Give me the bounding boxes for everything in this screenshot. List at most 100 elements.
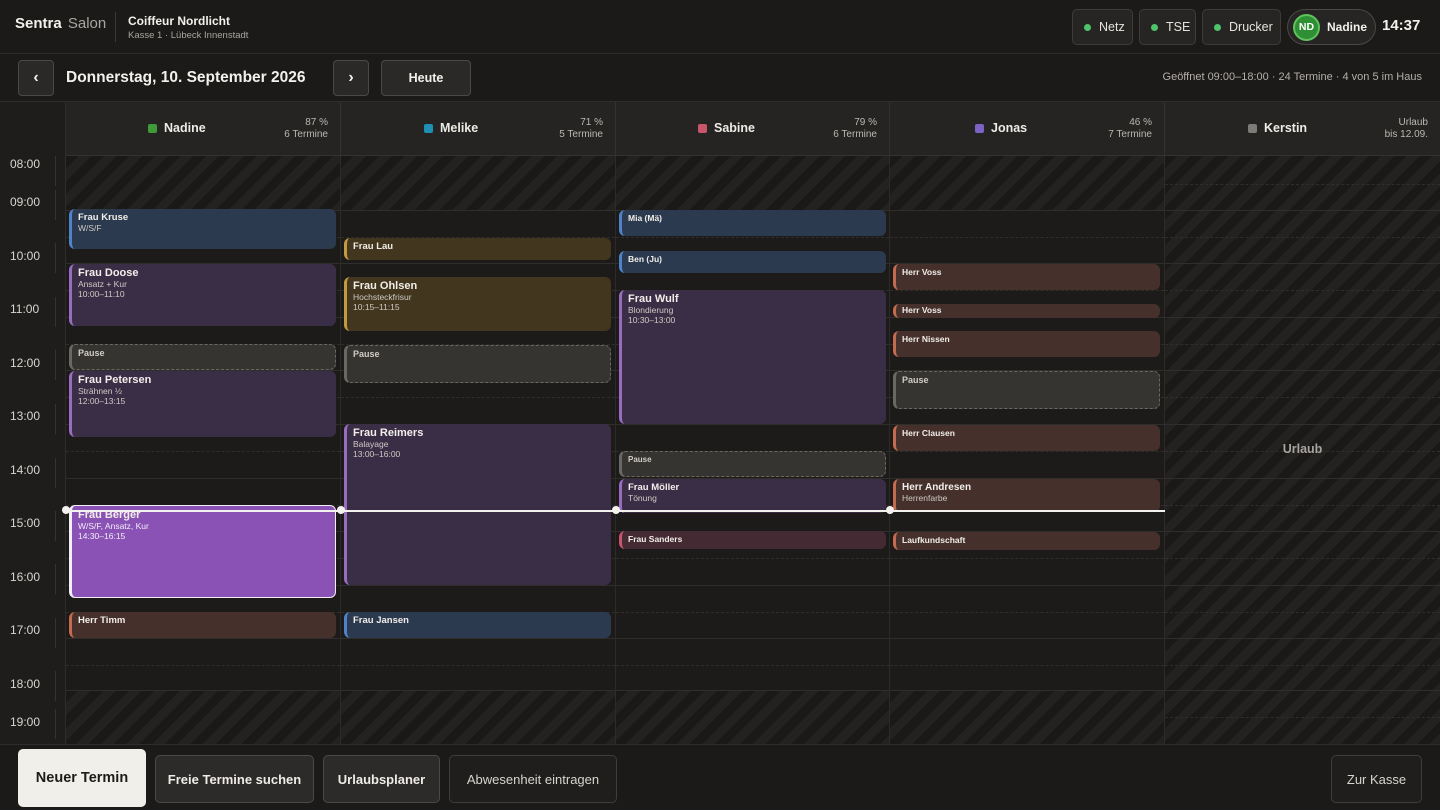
break-block[interactable]: Pause bbox=[893, 371, 1160, 409]
staff-column-nadine[interactable]: Frau Kruse W/S/F Frau Doose Ansatz + Kur 10… bbox=[66, 156, 341, 744]
status-tse-button[interactable]: TSE bbox=[1139, 9, 1196, 45]
closed-hours-area bbox=[66, 156, 340, 210]
store-name: Coiffeur Nordlicht bbox=[128, 14, 230, 28]
time-tick bbox=[55, 297, 56, 327]
appointment-card[interactable]: Frau Möller Tönung bbox=[619, 479, 886, 513]
closed-hours-area bbox=[341, 690, 615, 744]
break-block[interactable]: Pause bbox=[619, 451, 886, 477]
time-tick bbox=[55, 709, 56, 739]
staff-utilization: 46 % 7 Termine bbox=[1108, 117, 1152, 140]
find-free-slots-button[interactable]: Freie Termine suchen bbox=[155, 755, 314, 803]
appointment-card[interactable]: Laufkundschaft bbox=[893, 532, 1160, 550]
appointment-card[interactable]: Frau Lau bbox=[344, 238, 611, 260]
time-label: 10:00 bbox=[10, 249, 41, 263]
vacation-planner-button[interactable]: Urlaubsplaner bbox=[323, 755, 440, 803]
appointment-card[interactable]: Frau Reimers Balayage 13:00–16:00 bbox=[344, 424, 611, 585]
appointment-card[interactable]: Herr Clausen bbox=[893, 425, 1160, 451]
closed-hours-area bbox=[890, 690, 1164, 744]
break-block[interactable]: Pause bbox=[69, 344, 336, 370]
time-tick bbox=[55, 350, 56, 380]
staff-column-melike[interactable]: Frau Lau Frau Ohlsen Hochsteckfrisur 10:15… bbox=[341, 156, 616, 744]
appointment-card[interactable]: Herr Nissen bbox=[893, 331, 1160, 357]
next-day-button[interactable]: › bbox=[333, 60, 369, 96]
appointment-card[interactable]: Herr Voss bbox=[893, 264, 1160, 290]
status-network-button[interactable]: Netz bbox=[1072, 9, 1133, 45]
appointment-card[interactable]: Frau Kruse W/S/F bbox=[69, 209, 336, 249]
appointment-card[interactable]: Herr Timm bbox=[69, 612, 336, 638]
appointment-card[interactable]: Frau Wulf Blondierung 10:30–13:00 bbox=[619, 290, 886, 424]
appointment-card[interactable]: Frau Ohlsen Hochsteckfrisur 10:15–11:15 bbox=[344, 277, 611, 331]
staff-header-sabine[interactable]: Sabine 79 % 6 Termine bbox=[616, 102, 890, 156]
appointment-card[interactable]: Frau Jansen bbox=[344, 612, 611, 638]
staff-header-jonas[interactable]: Jonas 46 % 7 Termine bbox=[890, 102, 1165, 156]
current-time-marker bbox=[62, 506, 70, 514]
hour-line bbox=[1165, 370, 1440, 371]
staff-name: Sabine bbox=[714, 121, 755, 135]
staff-column-jonas[interactable]: Herr Voss Herr Voss Herr Nissen Pause He… bbox=[890, 156, 1165, 744]
staff-column-sabine[interactable]: Mia (Mä) Ben (Ju) Frau Wulf Blondierung 10… bbox=[616, 156, 890, 744]
appointment-card[interactable]: Herr Voss bbox=[893, 304, 1160, 318]
staff-header-nadine[interactable]: Nadine 87 % 6 Termine bbox=[66, 102, 341, 156]
top-bar: Sentra Salon Coiffeur Nordlicht Kasse 1 … bbox=[0, 0, 1440, 54]
previous-day-button[interactable]: ‹ bbox=[18, 60, 54, 96]
staff-utilization: 71 % 5 Termine bbox=[559, 117, 603, 140]
hour-line bbox=[1165, 424, 1440, 425]
staff-color-swatch bbox=[148, 124, 157, 133]
user-name: Nadine bbox=[1327, 20, 1368, 34]
staff-name: Kerstin bbox=[1264, 121, 1308, 135]
hour-line bbox=[341, 263, 615, 264]
time-label: 17:00 bbox=[10, 623, 41, 637]
time-label: 08:00 bbox=[10, 157, 41, 171]
staff-header-melike[interactable]: Melike 71 % 5 Termine bbox=[341, 102, 616, 156]
hour-line bbox=[890, 638, 1164, 639]
day-summary: Geöffnet 09:00–18:00 · 24 Termine · 4 vo… bbox=[1162, 71, 1422, 83]
store-info: Coiffeur Nordlicht Kasse 1 · Lübeck Inne… bbox=[128, 14, 248, 41]
absence-label: Urlaub bbox=[1282, 442, 1323, 456]
half-hour-line bbox=[890, 665, 1164, 666]
appointment-card[interactable]: Herr Andresen Herrenfarbe bbox=[893, 479, 1160, 512]
hour-line bbox=[1165, 638, 1440, 639]
half-hour-line bbox=[890, 451, 1164, 452]
time-tick bbox=[55, 190, 56, 220]
break-block[interactable]: Pause bbox=[344, 345, 611, 383]
action-bar: Neuer Termin Freie Termine suchen Urlaub… bbox=[0, 744, 1440, 810]
staff-header-kerstin[interactable]: Kerstin Urlaub bis 12.09. bbox=[1165, 102, 1440, 156]
staff-utilization: 87 % 6 Termine bbox=[284, 117, 328, 140]
half-hour-line bbox=[1165, 344, 1440, 345]
half-hour-line bbox=[1165, 612, 1440, 613]
half-hour-line bbox=[1165, 665, 1440, 666]
appointment-card[interactable]: Frau Sanders bbox=[619, 531, 886, 549]
time-label: 13:00 bbox=[10, 409, 41, 423]
checkout-button[interactable]: Zur Kasse bbox=[1331, 755, 1422, 803]
staff-name: Jonas bbox=[991, 121, 1028, 135]
time-column: 08:00 09:00 10:00 11:00 12:00 13:00 14:0… bbox=[0, 102, 66, 744]
half-hour-line bbox=[1165, 397, 1440, 398]
user-menu-button[interactable]: ND Nadine bbox=[1287, 9, 1376, 45]
brand-logo: Sentra Salon bbox=[15, 15, 107, 32]
enter-absence-button[interactable]: Abwesenheit eintragen bbox=[449, 755, 617, 803]
hour-line bbox=[1165, 317, 1440, 318]
time-tick bbox=[55, 458, 56, 488]
hour-line bbox=[66, 690, 340, 691]
half-hour-line bbox=[890, 558, 1164, 559]
hour-line bbox=[890, 690, 1164, 691]
time-tick bbox=[55, 618, 56, 648]
appointment-card[interactable]: Ben (Ju) bbox=[619, 251, 886, 273]
appointment-card[interactable]: Frau Petersen Strähnen ½ 12:00–13:15 bbox=[69, 371, 336, 437]
hour-line bbox=[341, 638, 615, 639]
new-appointment-button[interactable]: Neuer Termin bbox=[18, 749, 146, 807]
staff-name: Nadine bbox=[164, 121, 206, 135]
time-tick bbox=[55, 404, 56, 434]
half-hour-line bbox=[616, 665, 889, 666]
closed-hours-area bbox=[341, 156, 615, 210]
time-tick bbox=[55, 564, 56, 594]
appointment-card[interactable]: Frau Doose Ansatz + Kur 10:00–11:10 bbox=[69, 264, 336, 326]
closed-hours-area bbox=[66, 690, 340, 744]
today-button[interactable]: Heute bbox=[381, 60, 471, 96]
appointment-card-selected[interactable]: Frau Berger W/S/F, Ansatz, Kur 14:30–16:15 bbox=[69, 505, 336, 598]
appointment-card[interactable]: Mia (Mä) bbox=[619, 210, 886, 236]
time-tick bbox=[55, 243, 56, 273]
status-printer-button[interactable]: Drucker bbox=[1202, 9, 1281, 45]
half-hour-line bbox=[1165, 558, 1440, 559]
half-hour-line bbox=[66, 451, 340, 452]
